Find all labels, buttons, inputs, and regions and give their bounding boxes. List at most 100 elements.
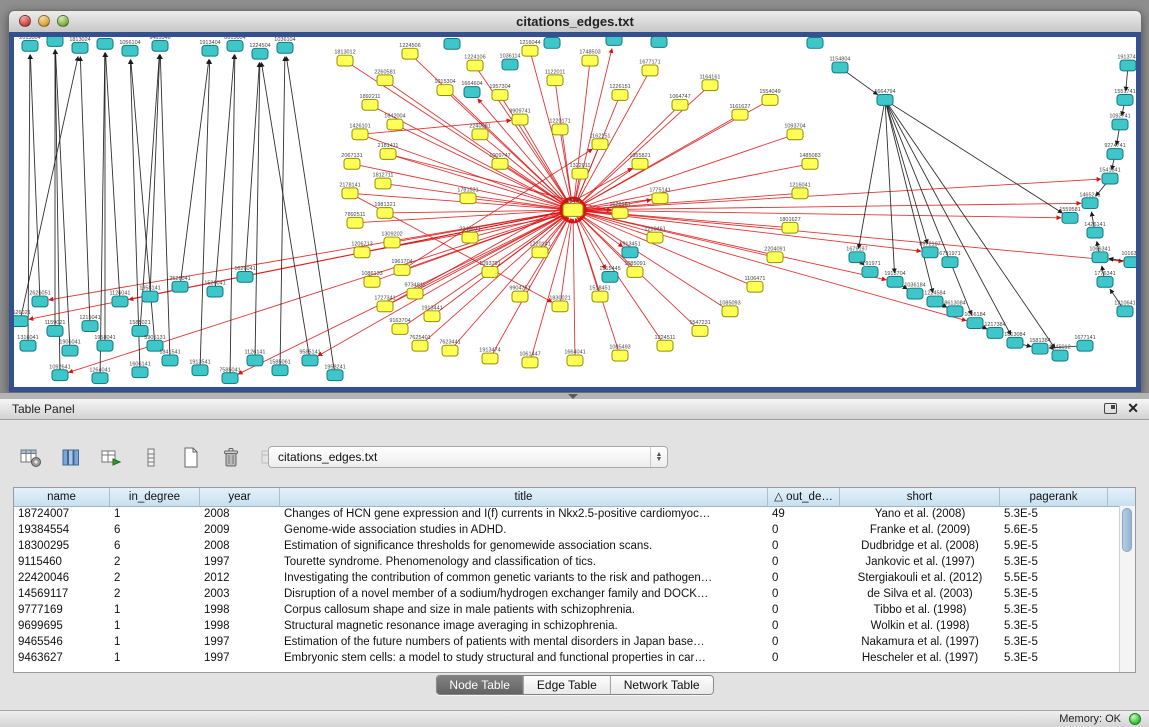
graph-node[interactable]: 2067131 [341, 153, 362, 169]
graph-node[interactable]: 2240071 [459, 227, 480, 243]
graph-node[interactable]: 1092741 [1109, 114, 1130, 130]
delete-button[interactable] [218, 446, 244, 470]
graph-node[interactable]: 9791971 [859, 261, 880, 277]
graph-node[interactable]: 1642004 [384, 114, 405, 130]
graph-node[interactable]: 1009747 [489, 153, 510, 169]
graph-node[interactable]: 1913404 [199, 40, 220, 56]
table-row[interactable]: 977716911998Corpus callosum shape and si… [14, 602, 1120, 618]
graph-node[interactable]: 17240 [563, 198, 583, 216]
graph-node[interactable]: 9245012 [1049, 345, 1070, 361]
graph-node[interactable]: 1801627 [779, 217, 800, 233]
graph-node[interactable]: 9585141 [299, 350, 320, 366]
graph-node[interactable]: 1322011 [570, 163, 591, 179]
table-row[interactable]: 1830029562008Estimation of significance … [14, 538, 1120, 554]
graph-node[interactable]: 1913204 [648, 37, 669, 47]
graph-node[interactable]: 1220141 [529, 241, 550, 257]
graph-node[interactable]: 1016341 [1121, 251, 1136, 267]
graph-node[interactable]: 9163704 [389, 318, 410, 334]
graph-node[interactable]: 2526021 [14, 310, 31, 326]
graph-node[interactable]: 1664041 [564, 350, 585, 366]
graph-node[interactable]: 1217304 [94, 37, 115, 49]
graph-node[interactable]: 1162151 [590, 133, 611, 149]
graph-node[interactable]: 9904751 [509, 286, 530, 302]
graph-node[interactable]: 1465241 [1079, 192, 1100, 208]
graph-node[interactable]: 1913474 [479, 348, 500, 364]
graph-node[interactable]: 1913541 [189, 359, 210, 375]
graph-node[interactable]: 1036104 [274, 37, 295, 53]
graph-node[interactable]: 1775141 [649, 187, 670, 203]
graph-node[interactable]: 1085093 [719, 300, 740, 316]
graph-node[interactable]: 1955821 [629, 153, 650, 169]
graph-node[interactable]: 1093791 [479, 261, 500, 277]
graph-node[interactable]: 1224504 [249, 43, 270, 59]
graph-node[interactable]: 1606141 [129, 361, 150, 377]
rows-button[interactable] [138, 446, 164, 470]
table-row[interactable]: 946362711997Embryonic stem cells: a mode… [14, 650, 1120, 666]
graph-node[interactable]: 8613084 [944, 300, 965, 316]
graph-node[interactable]: 8130304 [603, 37, 624, 45]
graph-node[interactable]: 1664794 [874, 89, 895, 105]
graph-node[interactable]: 1015304 [434, 79, 455, 95]
graph-node[interactable]: 1086133 [361, 271, 382, 287]
column-header-in_degree[interactable]: in_degree [110, 488, 200, 506]
graph-node[interactable]: 1563104 [541, 37, 562, 48]
graph-node[interactable]: 1813024 [69, 37, 90, 53]
graph-node[interactable]: 8613004 [224, 37, 245, 51]
graph-node[interactable]: 1092641 [49, 364, 70, 380]
graph-node[interactable]: 1316041 [17, 335, 38, 351]
graph-node[interactable]: 7585041 [219, 367, 240, 383]
graph-node[interactable]: 2240081 [469, 123, 490, 139]
graph-node[interactable]: 1210461 [644, 227, 665, 243]
graph-node[interactable]: 1224106 [464, 55, 485, 71]
table-row[interactable]: 1938455462009Genome-wide association stu… [14, 522, 1120, 538]
graph-node[interactable]: 1056184 [964, 312, 985, 328]
table-row[interactable]: 911546021997Tourette syndrome. Phenomeno… [14, 554, 1120, 570]
graph-node[interactable]: 1913741 [1117, 55, 1136, 71]
table-row[interactable]: 969969511998Structural magnetic resonanc… [14, 618, 1120, 634]
graph-node[interactable]: 1581301 [44, 37, 65, 46]
network-canvas[interactable]: 1724018130122260581122450610153041224106… [9, 32, 1141, 392]
graph-node[interactable]: 9274741 [1104, 143, 1125, 159]
graph-node[interactable]: 2626051 [29, 291, 50, 307]
graph-node[interactable]: 1664604 [461, 81, 482, 97]
graph-node[interactable]: 1122011 [545, 69, 566, 85]
graph-node[interactable]: 1958041 [94, 335, 115, 351]
table-settings-button[interactable] [18, 446, 44, 470]
scrollbar-thumb[interactable] [1122, 508, 1132, 552]
graph-node[interactable]: 1224506 [399, 43, 420, 59]
float-panel-icon[interactable] [1104, 403, 1117, 414]
graph-node[interactable]: 1547231 [689, 320, 710, 336]
graph-node[interactable]: 2260581 [374, 69, 395, 85]
graph-node[interactable]: 1958241 [324, 364, 345, 380]
graph-node[interactable]: 8972197 [919, 241, 940, 257]
graph-node[interactable]: 1126141 [245, 350, 266, 366]
graph-node[interactable]: 1061447 [519, 352, 540, 368]
graph-node[interactable]: 1216044 [519, 40, 540, 56]
graph-node[interactable]: 1206713 [351, 241, 372, 257]
new-file-button[interactable] [178, 446, 204, 470]
graph-node[interactable]: 1085493 [609, 345, 630, 361]
graph-node[interactable]: 1781531 [457, 187, 478, 203]
graph-node[interactable]: 1813084 [1004, 332, 1025, 348]
graph-node[interactable]: 1915445 [599, 266, 620, 282]
graph-node[interactable]: 1958141 [139, 286, 160, 302]
graph-node[interactable]: 1913451 [619, 241, 640, 257]
column-header-year[interactable]: year [200, 488, 280, 506]
table-row[interactable]: 2242004622012Investigating the contribut… [14, 570, 1120, 586]
graph-node[interactable]: 1551741 [1114, 89, 1135, 105]
column-header-short[interactable]: short [840, 488, 1000, 506]
graph-node[interactable]: 1036114 [500, 54, 521, 70]
graph-node[interactable]: 1216041 [789, 182, 810, 198]
graph-node[interactable]: 1841541 [159, 350, 180, 366]
graph-node[interactable]: 1518451 [589, 286, 610, 302]
graph-node[interactable]: 1215041 [79, 315, 100, 331]
tab-edge-table[interactable]: Edge Table [524, 676, 611, 694]
graph-node[interactable]: 1981321 [374, 202, 395, 218]
graph-node[interactable]: 7625401 [409, 335, 430, 351]
column-header-title[interactable]: title [280, 488, 768, 506]
vertical-scrollbar[interactable] [1119, 506, 1135, 672]
graph-node[interactable]: 6791971 [939, 251, 960, 267]
graph-node[interactable]: 1585061 [269, 359, 290, 375]
tab-node-table[interactable]: Node Table [436, 676, 524, 694]
graph-node[interactable]: 1036184 [904, 283, 925, 299]
